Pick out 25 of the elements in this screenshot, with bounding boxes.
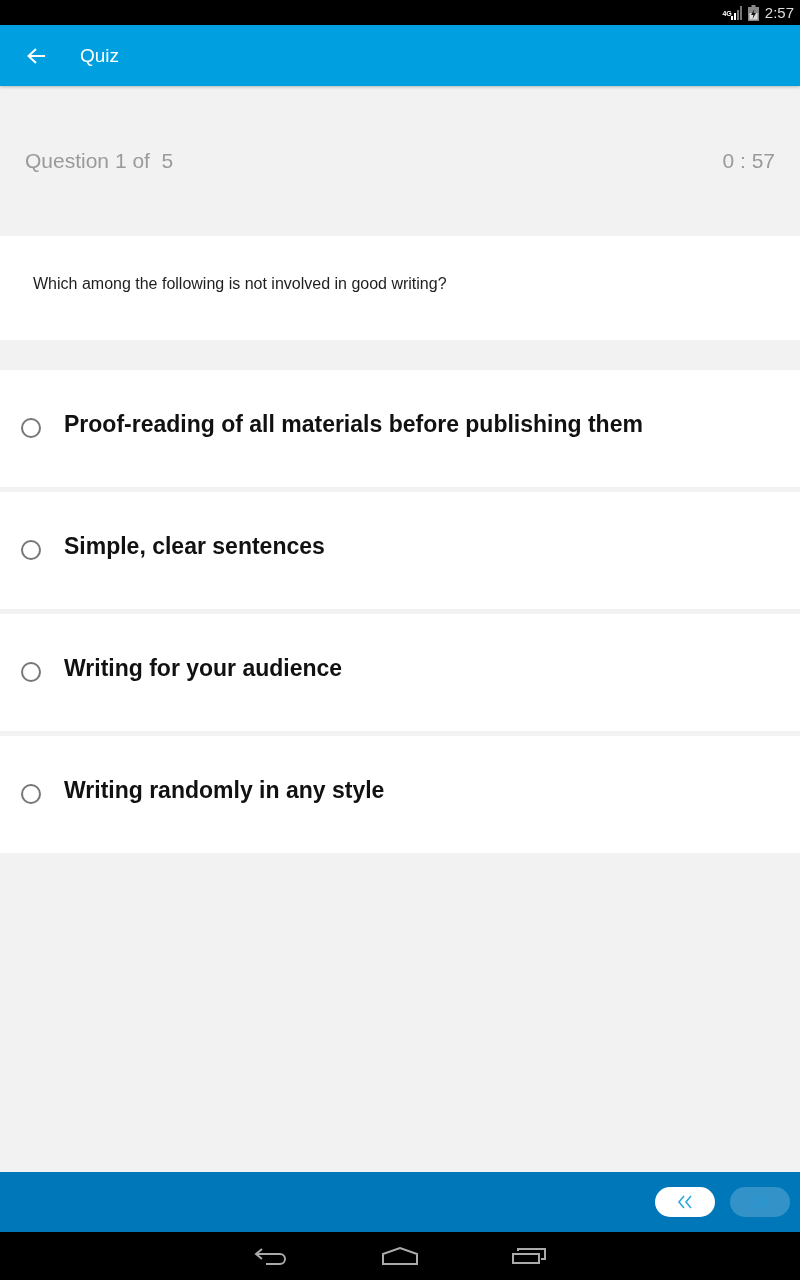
countdown-timer: 0 : 57 xyxy=(722,149,775,173)
recent-apps-icon[interactable] xyxy=(512,1248,546,1264)
back-arrow-icon[interactable] xyxy=(26,45,46,66)
radio-button[interactable] xyxy=(21,784,41,804)
answer-option[interactable]: Simple, clear sentences xyxy=(0,492,800,609)
clock-time: 2:57 xyxy=(764,4,794,21)
radio-button[interactable] xyxy=(21,540,41,560)
battery-icon xyxy=(747,4,759,21)
double-chevron-left-icon xyxy=(677,1195,693,1209)
signal-icon xyxy=(730,5,743,20)
radio-button[interactable] xyxy=(21,662,41,682)
answer-option[interactable]: Proof-reading of all materials before publishing them xyxy=(0,370,800,487)
question-counter: Question 1 of 5 xyxy=(25,149,174,173)
option-text: Proof-reading of all materials before publishing them xyxy=(64,410,643,438)
option-text: Simple, clear sentences xyxy=(64,532,325,560)
answer-option[interactable]: Writing randomly in any style xyxy=(0,736,800,853)
back-icon[interactable] xyxy=(254,1247,288,1265)
option-text: Writing randomly in any style xyxy=(64,776,385,804)
option-text: Writing for your audience xyxy=(64,654,343,682)
screen-title: Quiz xyxy=(80,44,120,67)
question-text: Which among the following is not involved in good writing? xyxy=(33,274,447,294)
home-icon[interactable] xyxy=(382,1247,418,1265)
radio-button[interactable] xyxy=(21,418,41,438)
answer-option[interactable]: Writing for your audience xyxy=(0,614,800,731)
previous-button[interactable] xyxy=(655,1187,715,1217)
